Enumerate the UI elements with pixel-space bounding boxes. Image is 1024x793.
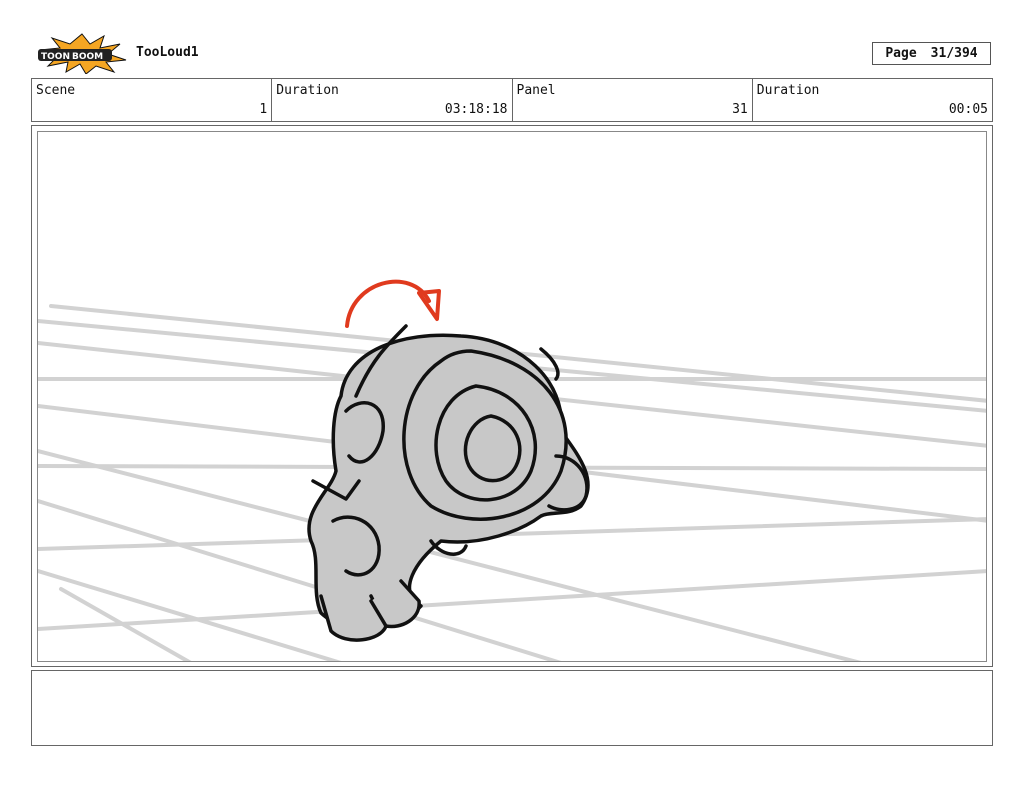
page-indicator: Page 31/394 — [872, 42, 991, 65]
scene-label: Scene — [36, 83, 76, 98]
scene-value: 1 — [259, 102, 268, 117]
panel-label: Panel — [516, 83, 556, 98]
svg-text:TOON: TOON — [41, 52, 70, 62]
page-value: 31/394 — [930, 46, 978, 61]
toonboom-logo-icon: TOON BOOM — [34, 32, 130, 75]
page-label: Page — [885, 46, 917, 61]
panel-value: 31 — [732, 102, 748, 117]
duration-cell: Duration 03:18:18 — [272, 79, 513, 121]
panel-duration-value: 00:05 — [948, 102, 988, 117]
panel-duration-cell: Duration 00:05 — [753, 79, 992, 121]
notes-area[interactable] — [31, 670, 993, 746]
svg-text:BOOM: BOOM — [72, 52, 103, 62]
panel-info-row: Scene 1 Duration 03:18:18 Panel 31 Durat… — [31, 78, 993, 122]
motion-arrow-icon — [345, 279, 441, 328]
duration-value: 03:18:18 — [444, 102, 508, 117]
character-rolling-sketch — [307, 324, 590, 642]
panel-cell: Panel 31 — [513, 79, 753, 121]
scene-cell: Scene 1 — [32, 79, 273, 121]
panel-drawing — [37, 131, 987, 662]
panel-duration-label: Duration — [756, 83, 820, 98]
duration-label: Duration — [276, 83, 339, 98]
project-title: TooLoud1 — [136, 45, 199, 60]
